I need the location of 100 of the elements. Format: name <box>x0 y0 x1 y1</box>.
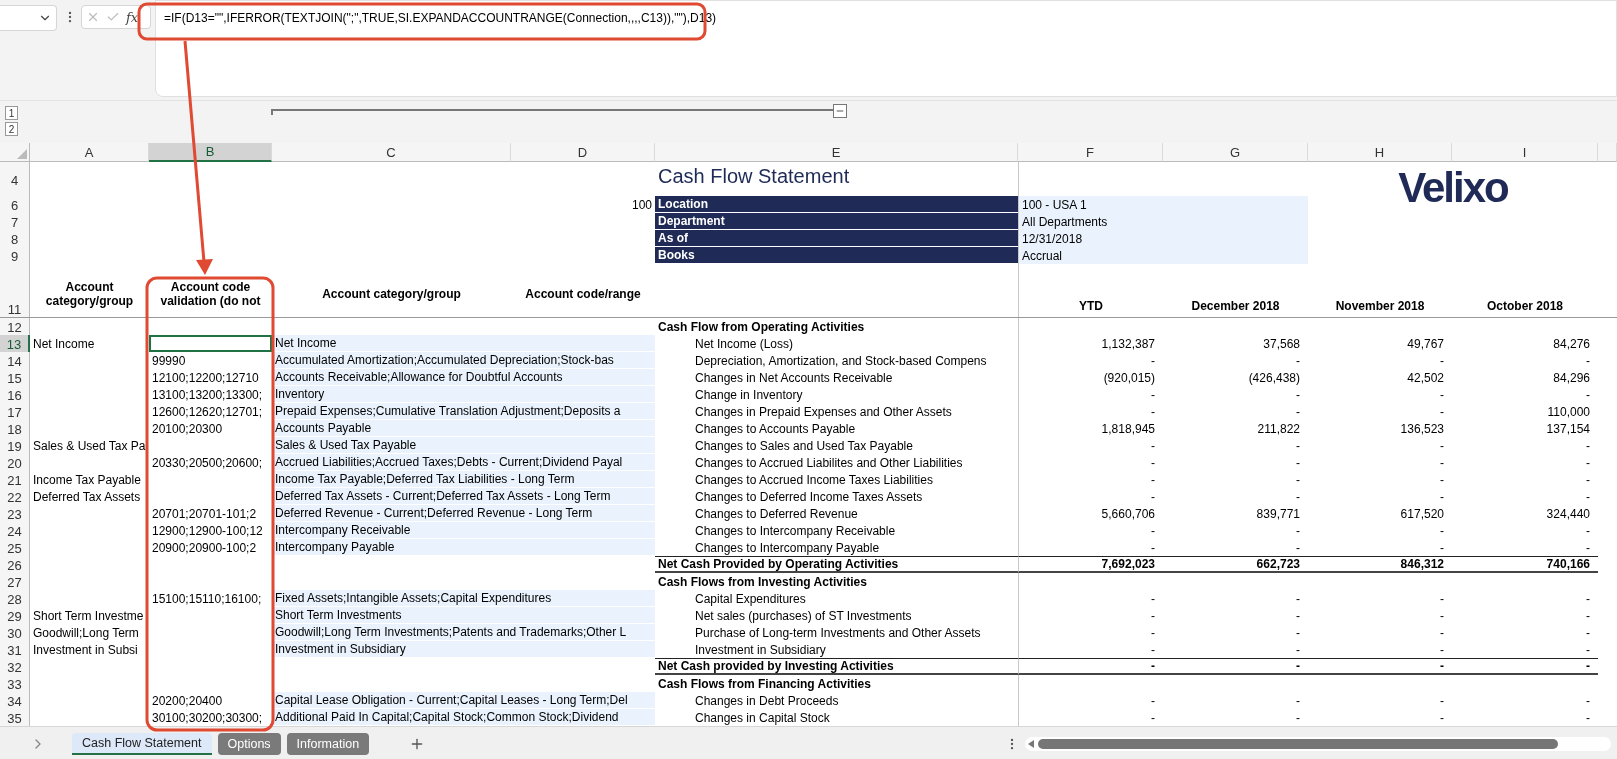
filter-value[interactable]: Accrual <box>1018 247 1308 264</box>
outline-level-button[interactable]: 2 <box>5 122 18 136</box>
row-number[interactable]: 21 <box>0 471 30 488</box>
row-number[interactable]: 18 <box>0 420 30 437</box>
scrollbar-thumb[interactable] <box>1038 738 1559 749</box>
column-header[interactable]: E <box>655 143 1018 162</box>
column-header[interactable]: D <box>511 143 655 162</box>
sheet-tab[interactable]: Options <box>217 732 281 755</box>
row-number[interactable]: 31 <box>0 641 30 658</box>
sheet-tab[interactable]: Information <box>286 732 370 755</box>
row-number[interactable]: 22 <box>0 488 30 505</box>
line-item-label: Changes to Intercompany Receivable <box>694 522 897 539</box>
value-cell-text: - <box>1585 539 1591 556</box>
table-cell[interactable]: 13100;13200;13300; <box>149 386 272 403</box>
row-number[interactable]: 35 <box>0 709 30 726</box>
table-cell: Additional Paid In Capital;Capital Stock;Common Stock;Dividend <box>272 709 655 726</box>
table-cell: Accumulated Amortization;Accumulated Depreciation;Stock-bas <box>272 352 655 369</box>
row-number[interactable]: 27 <box>0 573 30 590</box>
column-header[interactable]: G <box>1163 143 1308 162</box>
table-cell: Investment in Subsidiary <box>272 641 655 658</box>
row-number[interactable]: 20 <box>0 454 30 471</box>
table-cell-text: Short Term Investme <box>32 607 145 624</box>
column-header[interactable]: H <box>1308 143 1452 162</box>
row-number[interactable]: 25 <box>0 539 30 556</box>
row-number[interactable]: 26 <box>0 556 30 573</box>
row-number[interactable]: 19 <box>0 437 30 454</box>
outline-level-button[interactable]: 1 <box>5 106 18 120</box>
row-number[interactable]: 16 <box>0 386 30 403</box>
row-number[interactable]: 6 <box>0 196 30 213</box>
table-cell[interactable]: 15100;15110;16100; <box>149 590 272 607</box>
filter-value[interactable]: All Departments <box>1018 213 1308 230</box>
horizontal-scrollbar[interactable] <box>1025 736 1611 751</box>
column-header[interactable]: I <box>1452 143 1598 162</box>
line-item-label: Investment in Subsidiary <box>694 641 827 658</box>
row-number[interactable]: 24 <box>0 522 30 539</box>
row-number[interactable]: 33 <box>0 675 30 692</box>
value-cell: (920,015) <box>1018 369 1163 386</box>
table-cell: Income Tax Payable;Deferred Tax Liabilities - Long Term <box>272 471 655 488</box>
row-number[interactable]: 8 <box>0 230 30 247</box>
value-cell-text: - <box>1295 386 1301 403</box>
row-number[interactable]: 12 <box>0 318 30 335</box>
value-cell-text: - <box>1439 403 1445 420</box>
table-cell[interactable]: 12600;12620;12701; <box>149 403 272 420</box>
row-number[interactable]: 7 <box>0 213 30 230</box>
row-number[interactable]: 34 <box>0 692 30 709</box>
table-cell[interactable]: 99990 <box>149 352 272 369</box>
line-item-label: Changes in Prepaid Expenses and Other Assets <box>694 403 953 420</box>
value-cell-text: - <box>1439 454 1445 471</box>
table-cell[interactable]: 20100;20300 <box>149 420 272 437</box>
insert-function-button[interactable]: fx <box>126 9 139 25</box>
row-number[interactable]: 23 <box>0 505 30 522</box>
line-item-label: Changes to Sales and Used Tax Payable <box>694 437 914 454</box>
row-number[interactable]: 9 <box>0 247 30 264</box>
table-cell[interactable]: 20330;20500;20600; <box>149 454 272 471</box>
value-cell: 740,166 <box>1452 556 1598 573</box>
value-cell: 7,692,023 <box>1018 556 1163 573</box>
column-header[interactable]: A <box>30 143 149 162</box>
active-cell[interactable] <box>149 335 272 352</box>
row-number[interactable]: 15 <box>0 369 30 386</box>
table-cell: Net Income <box>272 335 655 352</box>
value-cell-text: - <box>1439 386 1445 403</box>
row-number[interactable]: 28 <box>0 590 30 607</box>
value-cell-text: - <box>1439 590 1445 607</box>
column-heading: December 2018 <box>1190 298 1281 315</box>
row-number[interactable]: 32 <box>0 658 30 675</box>
filter-value[interactable]: 12/31/2018 <box>1018 230 1308 247</box>
row-number[interactable]: 17 <box>0 403 30 420</box>
table-cell: Capital Lease Obligation - Current;Capital Leases - Long Term;Del <box>272 692 655 709</box>
column-header[interactable]: B <box>149 143 272 162</box>
table-cell[interactable]: 20900;20900-100;2 <box>149 539 272 556</box>
row-number[interactable]: 29 <box>0 607 30 624</box>
table-cell[interactable]: 12900;12900-100;12 <box>149 522 272 539</box>
value-cell: - <box>1018 454 1163 471</box>
filter-value[interactable]: 100 - USA 1 <box>1018 196 1308 213</box>
table-cell: Accounts Receivable;Allowance for Doubtful Accounts <box>272 369 655 386</box>
value-cell-text: - <box>1585 471 1591 488</box>
value-cell-text: 42,502 <box>1406 369 1445 386</box>
sheet-tab[interactable]: Cash Flow Statement <box>72 732 212 755</box>
row-number[interactable]: 30 <box>0 624 30 641</box>
column-header[interactable]: C <box>272 143 511 162</box>
row-number[interactable]: 4 <box>0 162 30 188</box>
table-cell: Accounts Payable <box>272 420 655 437</box>
table-cell[interactable]: 12100;12200;12710 <box>149 369 272 386</box>
table-cell-text: Investment in Subsi <box>32 641 139 658</box>
collapse-button[interactable] <box>833 104 847 118</box>
row-number[interactable]: 11 <box>0 271 30 317</box>
total-label: Net Cash provided by Investing Activities <box>655 658 1018 675</box>
value-cell-text: 49,767 <box>1406 335 1445 352</box>
value-cell-text: - <box>1585 709 1591 726</box>
value-cell: - <box>1018 692 1163 709</box>
value-cell: - <box>1018 386 1163 403</box>
column-header[interactable]: F <box>1018 143 1163 162</box>
row-number[interactable]: 13 <box>0 335 30 352</box>
table-cell[interactable]: 30100;30200;30300; <box>149 709 272 726</box>
value-cell-text: - <box>1439 692 1445 709</box>
value-cell-text: 324,440 <box>1545 505 1591 522</box>
table-cell[interactable]: 20200;20400 <box>149 692 272 709</box>
value-cell-text: 617,520 <box>1399 505 1445 522</box>
table-cell[interactable]: 20701;20701-101;2 <box>149 505 272 522</box>
row-number[interactable]: 14 <box>0 352 30 369</box>
